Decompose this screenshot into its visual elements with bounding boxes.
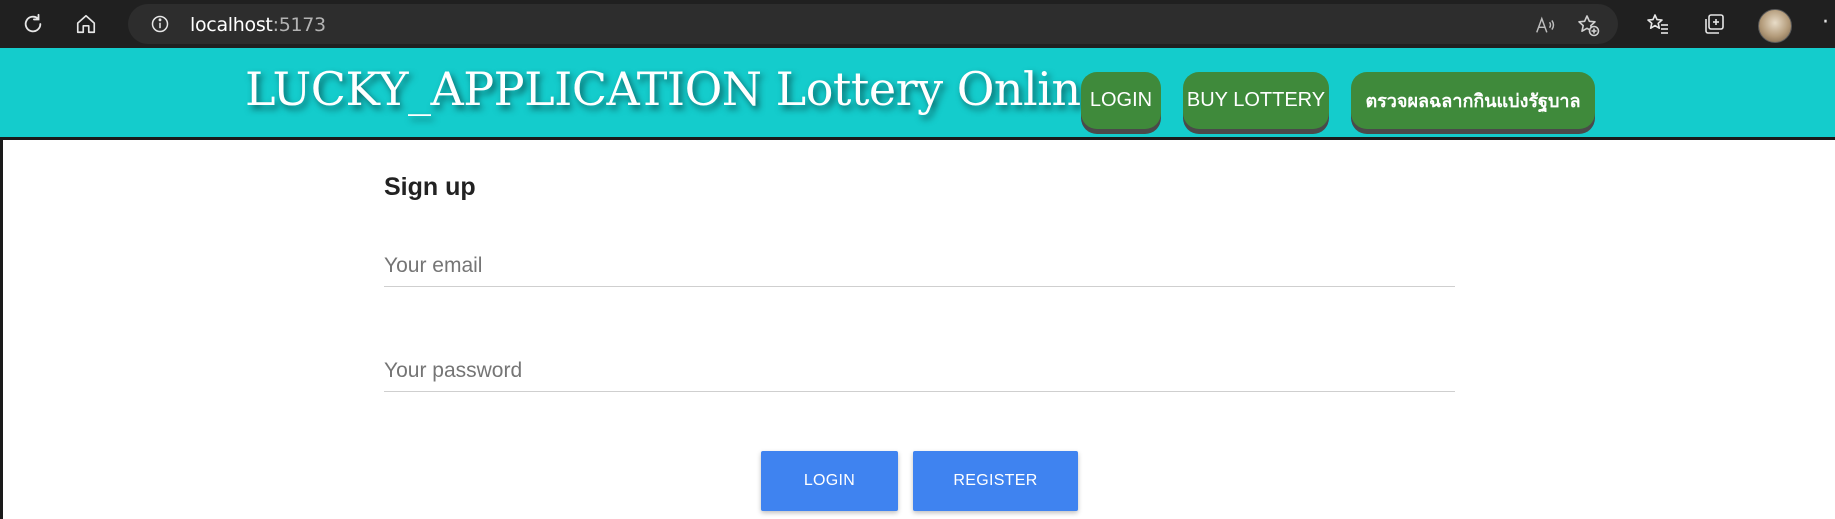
refresh-icon[interactable] bbox=[15, 6, 51, 42]
home-icon[interactable] bbox=[68, 6, 104, 42]
app-header: LUCKY_APPLICATION Lottery Online LOGIN B… bbox=[0, 48, 1835, 140]
url-host: localhost bbox=[190, 14, 273, 36]
left-border bbox=[0, 140, 3, 519]
form-title: Sign up bbox=[384, 173, 476, 201]
profile-avatar[interactable] bbox=[1758, 9, 1792, 43]
browser-toolbar: localhost:5173 · bbox=[0, 0, 1835, 48]
nav-login-button[interactable]: LOGIN bbox=[1081, 72, 1161, 129]
password-field[interactable] bbox=[384, 351, 1455, 392]
app-title: LUCKY_APPLICATION Lottery Online bbox=[245, 62, 1108, 116]
collections-icon[interactable] bbox=[1696, 6, 1732, 42]
login-button[interactable]: LOGIN bbox=[761, 451, 898, 511]
url-text[interactable]: localhost:5173 bbox=[190, 14, 326, 36]
nav-buy-lottery-button[interactable]: BUY LOTTERY bbox=[1183, 72, 1329, 129]
add-favorite-icon[interactable] bbox=[1575, 12, 1601, 38]
register-button[interactable]: REGISTER bbox=[913, 451, 1078, 511]
read-aloud-icon[interactable] bbox=[1532, 12, 1558, 38]
info-icon[interactable] bbox=[148, 12, 172, 36]
page: localhost:5173 · LUCKY_APPLICATION Lotte… bbox=[0, 0, 1835, 519]
url-port: :5173 bbox=[272, 14, 327, 36]
nav-check-results-button[interactable]: ตรวจผลฉลากกินแบ่งรัฐบาล bbox=[1351, 72, 1595, 129]
more-icon[interactable]: · bbox=[1822, 10, 1829, 35]
email-field[interactable] bbox=[384, 246, 1455, 287]
favorites-icon[interactable] bbox=[1640, 6, 1676, 42]
address-bar[interactable]: localhost:5173 bbox=[128, 4, 1618, 44]
